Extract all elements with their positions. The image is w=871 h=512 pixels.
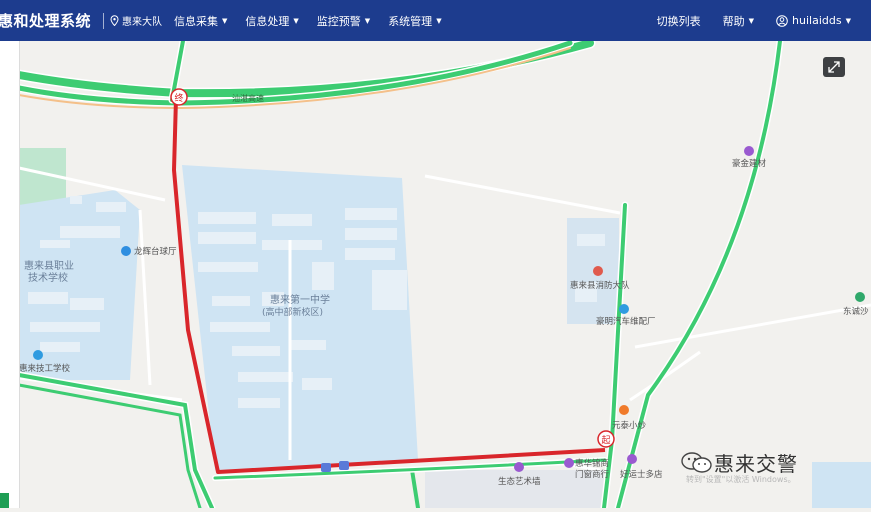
unit-name: 惠来大队 [122, 17, 163, 28]
windows-activate-text: 转到"设置"以激活 Windows。 [686, 475, 796, 484]
menu-system-label: 系统管理 [388, 14, 433, 28]
map-fullscreen-button[interactable] [823, 57, 845, 77]
divider [103, 12, 105, 29]
side-panel [0, 41, 20, 508]
menu-info-process-label: 信息处理 [245, 14, 290, 28]
caret-down-icon: ▼ [222, 16, 228, 25]
snack-icon [619, 405, 629, 415]
label-store-2: 门窗商行 [575, 469, 610, 480]
wechat-icon [681, 451, 712, 473]
top-navbar: 惠和处理系统 惠来大队 信息采集 ▼ 信息处理 ▼ 监控预警 ▼ 系统管理 ▼ 切换列表… [0, 0, 871, 41]
water-area [812, 462, 871, 508]
bus-stop-icon [321, 463, 331, 472]
menu-monitor-label: 监控预警 [316, 14, 361, 28]
label-building-mat: 豪金建材 [732, 158, 767, 169]
caret-down-icon: ▼ [845, 16, 851, 25]
fire-station-icon [593, 266, 603, 276]
panel-toggle-button[interactable] [0, 493, 9, 508]
billiards-icon [121, 246, 131, 256]
label-dorm: 好运士多店 [620, 469, 663, 480]
expand-icon [828, 61, 840, 73]
label-store-1: 惠华锦商 [575, 458, 609, 469]
art-street-icon [514, 462, 524, 472]
caret-down-icon: ▼ [436, 16, 442, 25]
label-dongcheng: 东诚沙 [843, 306, 869, 317]
label-tech-school: 惠来技工学校 [19, 363, 71, 374]
label-vocational-2: 技术学校 [28, 271, 68, 284]
caret-down-icon: ▼ [748, 16, 755, 25]
svg-text:起: 起 [601, 435, 610, 446]
bus-stop-icon-2 [339, 461, 349, 470]
menu-info-collect[interactable]: 信息采集 ▼ [174, 13, 227, 29]
menu-monitor[interactable]: 监控预警 ▼ [317, 13, 370, 29]
building-materials-icon [744, 146, 754, 156]
menu-info-process[interactable]: 信息处理 ▼ [245, 13, 298, 29]
location-pin-icon [110, 15, 119, 26]
label-school-2: (高中部新校区) [262, 306, 323, 318]
navbar-right: 切换列表 帮助 ▼ huilaidds ▼ [635, 0, 871, 41]
main-menu: 信息采集 ▼ 信息处理 ▼ 监控预警 ▼ 系统管理 ▼ [174, 13, 460, 29]
svg-text:终: 终 [174, 92, 183, 104]
store-icon [564, 458, 574, 468]
app-title: 惠和处理系统 [0, 12, 92, 30]
brand-watermark: 惠来交警 [680, 448, 798, 477]
label-expressway: 汕湛高速 [232, 93, 264, 103]
label-car-parts: 豪明汽车维配厂 [596, 316, 656, 327]
unit-selector[interactable]: 惠来大队 [110, 13, 162, 28]
help-label: 帮助 [722, 14, 745, 28]
switch-list-button[interactable]: 切换列表 [657, 13, 701, 29]
label-snack: 元泰小炒 [612, 420, 647, 431]
watermark-brand: 惠来交警 [714, 452, 798, 476]
label-art-street: 生态艺术墙 [498, 476, 541, 487]
start-marker[interactable]: 起 [597, 430, 615, 448]
label-fire-station: 惠来县消防大队 [570, 280, 630, 291]
car-repair-icon [619, 304, 629, 314]
menu-system[interactable]: 系统管理 ▼ [388, 13, 441, 29]
label-school-1: 惠来第一中学 [270, 293, 330, 306]
caret-down-icon: ▼ [364, 16, 371, 25]
tech-school-icon [33, 350, 43, 360]
map-view[interactable]: 汕湛高速 惠来第一中学 (高中部新校区) 惠来县职业 技术学校 惠来技工学校 龙… [0, 37, 871, 512]
user-icon [776, 14, 788, 27]
end-marker[interactable]: 终 [170, 88, 188, 106]
dorm-store-icon [627, 454, 637, 464]
dongcheng-icon [855, 292, 865, 302]
user-menu[interactable]: huilaidds ▼ [776, 14, 851, 27]
label-billiards: 龙辉台球厅 [134, 246, 177, 257]
menu-info-collect-label: 信息采集 [174, 14, 219, 28]
username: huilaidds [792, 14, 842, 27]
help-menu[interactable]: 帮助 ▼ [723, 13, 754, 29]
caret-down-icon: ▼ [293, 16, 299, 25]
label-vocational-1: 惠来县职业 [24, 259, 74, 272]
